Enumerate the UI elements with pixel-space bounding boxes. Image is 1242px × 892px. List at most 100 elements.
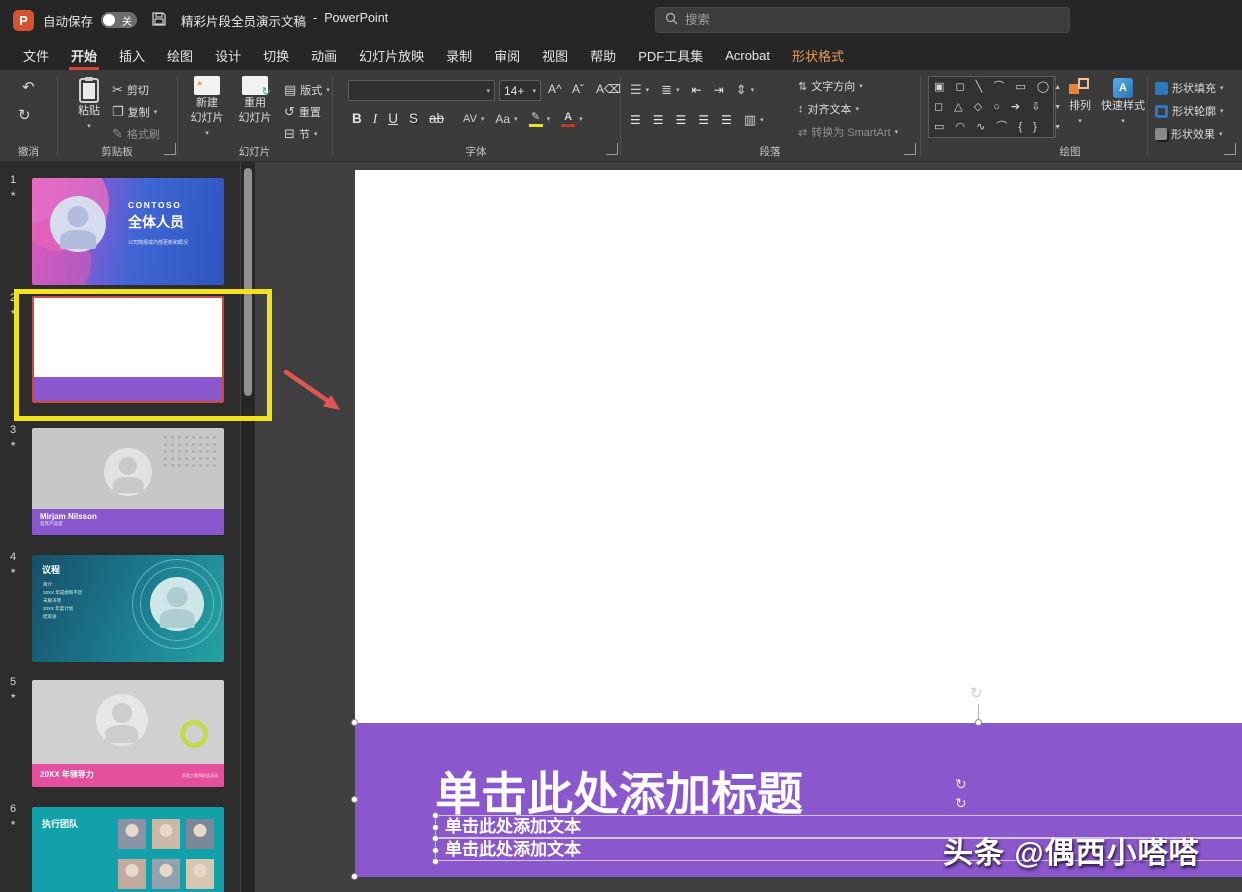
tab-transitions[interactable]: 切换 <box>252 40 300 70</box>
decrease-indent-button[interactable]: ⇤ <box>692 83 702 97</box>
slide-surface[interactable]: 单击此处添加标题 单击此处添加文本 单击此处添加文本 ↻ ↻ ↻ <box>355 170 1242 877</box>
character-spacing-button[interactable]: AV▾ <box>463 113 484 125</box>
slide-thumbnail-4[interactable]: 议程 简介 20XX 年成绩和不足 未解决项 20XX 年度计划 结束语 <box>32 555 224 662</box>
tab-animations[interactable]: 动画 <box>300 40 348 70</box>
selection-handle[interactable] <box>432 858 439 865</box>
grow-font-button[interactable]: A^ <box>548 83 562 95</box>
align-center-button[interactable]: ☰ <box>653 113 664 127</box>
tab-draw[interactable]: 绘图 <box>156 40 204 70</box>
reset-button[interactable]: ↺重置 <box>284 104 321 120</box>
quick-styles-button[interactable]: A 快速样式 ▾ <box>1098 78 1148 128</box>
reuse-slides-button[interactable]: ↻ 重用 幻灯片 <box>232 76 278 125</box>
layout-icon: ▤ <box>284 82 296 98</box>
drawing-dialog-launcher[interactable] <box>1224 143 1236 155</box>
justify-button[interactable]: ☰ <box>698 113 709 127</box>
layout-button[interactable]: ▤版式▾ <box>284 82 330 98</box>
distribute-button[interactable]: ☰ <box>721 113 732 127</box>
columns-button[interactable]: ▥▾ <box>744 112 764 128</box>
shapes-gallery-row[interactable]: ◻ △ ◇ ○ ➔ ⇩ <box>934 97 1053 117</box>
format-painter-button[interactable]: ✎格式刷 <box>112 126 160 142</box>
tab-slideshow[interactable]: 幻灯片放映 <box>348 40 435 70</box>
shape-effects-button[interactable]: 形状效果▾ <box>1155 126 1223 142</box>
shapes-gallery: ▣ ◻ ╲ ⌒ ▭ ◯ ◻ △ ◇ ○ ➔ ⇩ ▭ ◠ ∿ ⌒ { } ▲ ▼ … <box>928 76 1056 138</box>
chevron-down-icon: ▾ <box>856 105 860 113</box>
align-left-button[interactable]: ☰ <box>630 113 641 127</box>
new-slide-button[interactable]: ★ 新建 幻灯片 ▾ <box>184 76 230 140</box>
autosave-toggle[interactable]: 关 <box>101 12 137 28</box>
tab-review[interactable]: 审阅 <box>483 40 531 70</box>
selection-handle[interactable] <box>351 719 358 726</box>
shapes-gallery-row[interactable]: ▭ ◠ ∿ ⌒ { } <box>934 117 1053 137</box>
search-box[interactable] <box>655 7 1070 33</box>
font-dialog-launcher[interactable] <box>606 143 618 155</box>
selection-handle[interactable] <box>975 719 982 726</box>
copy-button[interactable]: ❐复制▾ <box>112 104 157 120</box>
selection-handle[interactable] <box>432 812 439 819</box>
text-highlight-button[interactable]: ✎ ▾ <box>529 110 551 127</box>
rotate-handle-icon[interactable]: ↻ <box>970 686 983 701</box>
convert-smartart-button[interactable]: ⇄转换为 SmartArt▾ <box>798 124 898 140</box>
align-right-button[interactable]: ☰ <box>676 113 687 127</box>
slide-thumbnail-3[interactable]: Mirjam Nilsson 首席产品官 <box>32 428 224 535</box>
clipboard-dialog-launcher[interactable] <box>164 143 176 155</box>
tab-pdf-tools[interactable]: PDF工具集 <box>627 40 714 70</box>
shrink-font-button[interactable]: Aˇ <box>572 83 584 95</box>
font-name-input[interactable] <box>353 84 484 98</box>
strikethrough-button[interactable]: ab <box>429 111 444 126</box>
selection-handle[interactable] <box>432 847 439 854</box>
section-button[interactable]: ⊟节▾ <box>284 126 317 142</box>
save-icon[interactable] <box>151 11 167 30</box>
paragraph-dialog-launcher[interactable] <box>904 143 916 155</box>
text-direction-button[interactable]: ⇅文字方向▾ <box>798 78 863 94</box>
slide-thumbnail-6[interactable]: 执行团队 <box>32 807 224 892</box>
tab-view[interactable]: 视图 <box>531 40 579 70</box>
tab-shape-format[interactable]: 形状格式 <box>781 40 855 70</box>
tab-insert[interactable]: 插入 <box>108 40 156 70</box>
line-spacing-button[interactable]: ⇕▾ <box>736 82 754 98</box>
undo-button[interactable]: ↶ <box>22 80 35 95</box>
font-size-combo[interactable]: ▾ <box>499 80 541 101</box>
tab-help[interactable]: 帮助 <box>579 40 627 70</box>
tab-acrobat[interactable]: Acrobat <box>714 40 781 70</box>
slide-thumbnail-5[interactable]: 20XX 年领导力 资深工程师纪念活动 <box>32 680 224 787</box>
text-shadow-button[interactable]: S <box>409 111 418 126</box>
tab-home[interactable]: 开始 <box>60 40 108 70</box>
italic-button[interactable]: I <box>373 111 378 127</box>
numbering-button[interactable]: ≣▾ <box>661 82 679 98</box>
slide-number: 3 <box>10 424 16 436</box>
rotate-handle-icon[interactable]: ↻ <box>955 777 967 791</box>
selection-handle[interactable] <box>432 824 439 831</box>
increase-indent-button[interactable]: ⇥ <box>714 83 724 97</box>
bold-button[interactable]: B <box>352 111 362 126</box>
font-name-combo[interactable]: ▾ <box>348 80 495 101</box>
font-color-button[interactable]: A ▾ <box>561 111 583 127</box>
selection-handle[interactable] <box>351 873 358 880</box>
font-size-input[interactable] <box>504 84 530 98</box>
slide-thumbnail-1[interactable]: CONTOSO 全体人员 公司简报或内部更新和概况 <box>32 178 224 285</box>
tab-record[interactable]: 录制 <box>435 40 483 70</box>
bullets-button[interactable]: ☰▾ <box>630 82 649 98</box>
cut-button[interactable]: ✂剪切 <box>112 82 149 98</box>
tab-file[interactable]: 文件 <box>12 40 60 70</box>
clear-formatting-button[interactable]: A⌫ <box>596 83 621 95</box>
paste-button[interactable]: 粘贴 ▾ <box>66 78 112 133</box>
selection-handle[interactable] <box>432 835 439 842</box>
underline-button[interactable]: U <box>388 111 398 126</box>
autosave-state: 关 <box>122 13 132 28</box>
search-input[interactable] <box>685 13 1060 27</box>
change-case-button[interactable]: Aa▾ <box>495 112 517 126</box>
shape-fill-button[interactable]: 形状填充▾ <box>1155 80 1224 96</box>
shapes-gallery-row[interactable]: ▣ ◻ ╲ ⌒ ▭ ◯ <box>934 77 1053 97</box>
selection-handle[interactable] <box>351 796 358 803</box>
rotate-handle-icon[interactable]: ↻ <box>955 796 967 810</box>
shape-outline-button[interactable]: 形状轮廓▾ <box>1155 103 1224 119</box>
title-bar: P 自动保存 关 精彩片段全员演示文稿 - PowerPoint <box>0 0 1242 40</box>
slide-thumbnail-panel: 1 ★ 2 ★ 3 ★ 4 ★ 5 ★ 6 ★ CONTOSO 全体人员 公司简… <box>0 162 240 892</box>
reuse-slides-icon: ↻ <box>242 76 268 95</box>
tab-design[interactable]: 设计 <box>204 40 252 70</box>
font-group-label: 字体 <box>332 144 620 159</box>
arrange-button[interactable]: 排列 ▾ <box>1060 78 1100 128</box>
panel-scrollbar-track[interactable] <box>241 162 255 892</box>
redo-button[interactable]: ↻ <box>18 108 31 123</box>
align-text-button[interactable]: ↕对齐文本▾ <box>798 101 859 117</box>
